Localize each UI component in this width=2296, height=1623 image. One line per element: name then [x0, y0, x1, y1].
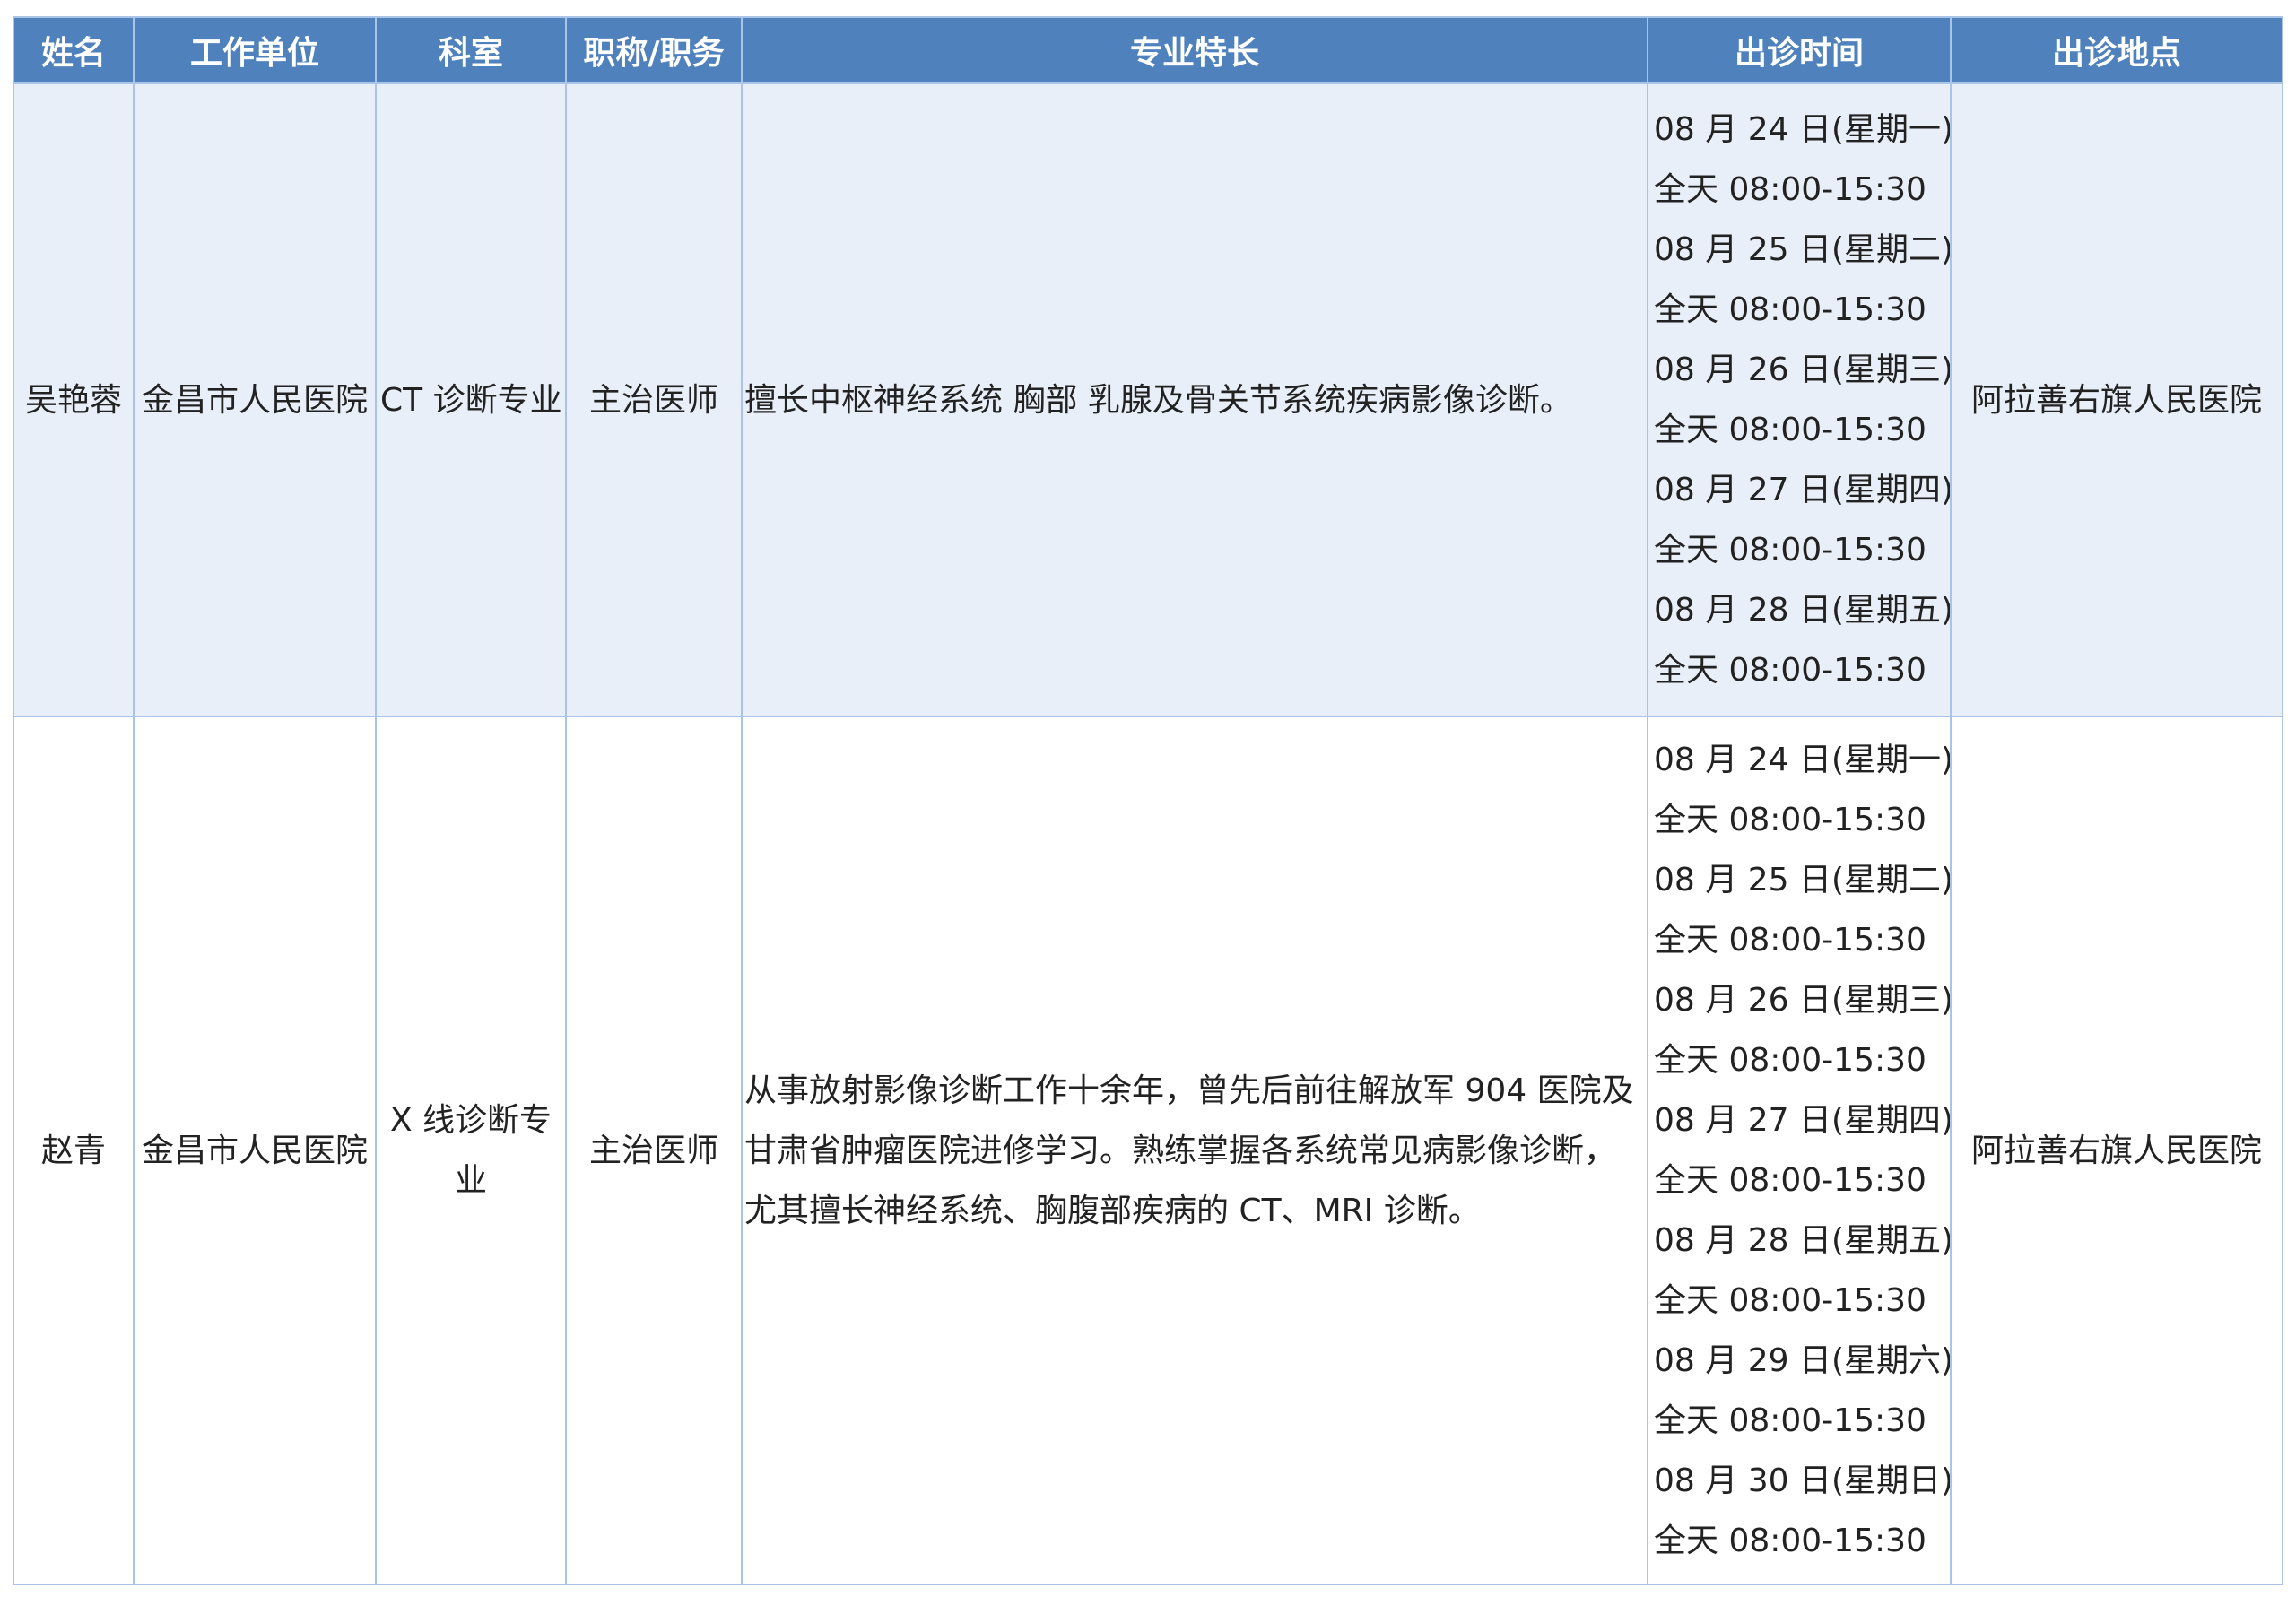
header-specialty: 专业特长	[741, 16, 1648, 84]
schedule-time: 全天 08:00-15:30	[1654, 652, 1926, 689]
schedule-time: 全天 08:00-15:30	[1654, 412, 1926, 448]
schedule-time: 全天 08:00-15:30	[1654, 171, 1926, 208]
cell-department: X 线诊断专业	[375, 716, 567, 1585]
table-row: 吴艳蓉 金昌市人民医院 CT 诊断专业 主治医师 擅长中枢神经系统 胸部 乳腺及…	[13, 82, 2283, 717]
cell-location: 阿拉善右旗人民医院	[1950, 716, 2283, 1585]
schedule-date: 08 月 26 日(星期三)	[1654, 982, 1951, 1019]
schedule-time: 全天 08:00-15:30	[1654, 532, 1926, 568]
schedule-time: 全天 08:00-15:30	[1654, 1523, 1926, 1559]
schedule-date: 08 月 24 日(星期一)	[1654, 742, 1951, 778]
cell-doctor-name: 赵青	[13, 716, 135, 1585]
schedule-date: 08 月 28 日(星期五)	[1654, 1222, 1951, 1259]
header-dept: 科室	[375, 16, 567, 84]
schedule-time: 全天 08:00-15:30	[1654, 802, 1926, 838]
cell-schedule: 08 月 24 日(星期一) 全天 08:00-15:30 08 月 25 日(…	[1647, 716, 1952, 1585]
table-row: 赵青 金昌市人民医院 X 线诊断专业 主治医师 从事放射影像诊断工作十余年，曾先…	[13, 716, 2283, 1585]
cell-schedule: 08 月 24 日(星期一) 全天 08:00-15:30 08 月 25 日(…	[1647, 82, 1952, 717]
schedule-date: 08 月 25 日(星期二)	[1654, 231, 1951, 268]
doctor-schedule-table: 姓名 工作单位 科室 职称/职务 专业特长 出诊时间 出诊地点 吴艳蓉 金昌市人…	[13, 16, 2283, 1585]
schedule-time: 全天 08:00-15:30	[1654, 291, 1926, 328]
header-title: 职称/职务	[565, 16, 743, 84]
cell-specialty: 擅长中枢神经系统 胸部 乳腺及骨关节系统疾病影像诊断。	[741, 82, 1648, 717]
schedule-time: 全天 08:00-15:30	[1654, 1042, 1926, 1079]
cell-job-title: 主治医师	[565, 716, 743, 1585]
cell-doctor-name: 吴艳蓉	[13, 82, 135, 717]
schedule-date: 08 月 27 日(星期四)	[1654, 472, 1951, 508]
schedule-time: 全天 08:00-15:30	[1654, 922, 1926, 959]
cell-location: 阿拉善右旗人民医院	[1950, 82, 2283, 717]
cell-work-unit: 金昌市人民医院	[133, 716, 377, 1585]
header-unit: 工作单位	[133, 16, 377, 84]
schedule-date: 08 月 29 日(星期六)	[1654, 1342, 1951, 1379]
header-schedule: 出诊时间	[1647, 16, 1952, 84]
cell-job-title: 主治医师	[565, 82, 743, 717]
schedule-date: 08 月 25 日(星期二)	[1654, 862, 1951, 898]
header-location: 出诊地点	[1950, 16, 2283, 84]
schedule-date: 08 月 28 日(星期五)	[1654, 592, 1951, 629]
schedule-time: 全天 08:00-15:30	[1654, 1162, 1926, 1199]
table-header-row: 姓名 工作单位 科室 职称/职务 专业特长 出诊时间 出诊地点	[13, 16, 2283, 84]
schedule-date: 08 月 26 日(星期三)	[1654, 352, 1951, 388]
schedule-date: 08 月 30 日(星期日)	[1654, 1462, 1951, 1499]
cell-specialty: 从事放射影像诊断工作十余年，曾先后前往解放军 904 医院及甘肃省肿瘤医院进修学…	[741, 716, 1648, 1585]
schedule-time: 全天 08:00-15:30	[1654, 1402, 1926, 1439]
schedule-date: 08 月 24 日(星期一)	[1654, 111, 1951, 148]
schedule-date: 08 月 27 日(星期四)	[1654, 1102, 1951, 1139]
header-name: 姓名	[13, 16, 135, 84]
schedule-time: 全天 08:00-15:30	[1654, 1282, 1926, 1319]
cell-work-unit: 金昌市人民医院	[133, 82, 377, 717]
cell-department: CT 诊断专业	[375, 82, 567, 717]
